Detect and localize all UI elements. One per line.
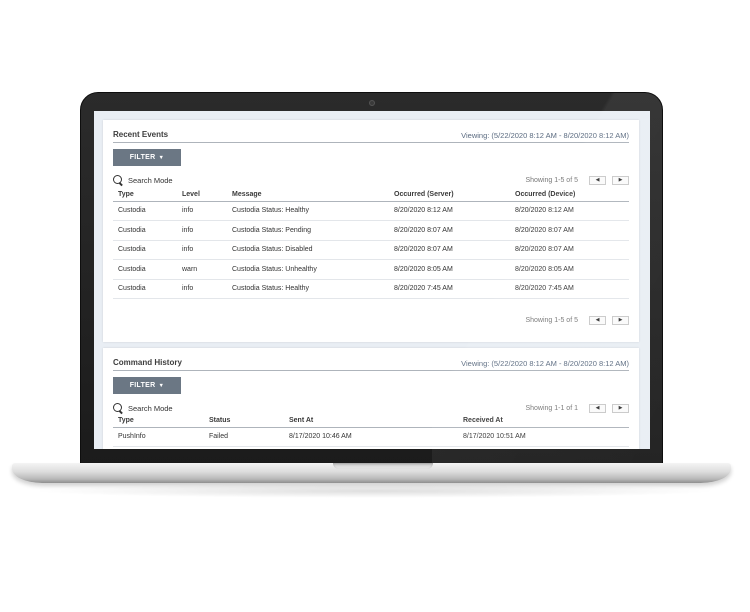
- webcam: [369, 100, 375, 106]
- column-header-occurred-server[interactable]: Occurred (Server): [389, 188, 510, 202]
- cell-message: Custodia Status: Healthy: [227, 279, 389, 299]
- cell-message: Custodia Status: Disabled: [227, 240, 389, 260]
- command-history-pager-top: Showing 1-1 of 1 ◀ ▶: [525, 403, 629, 413]
- table-row[interactable]: Custodia info Custodia Status: Disabled …: [113, 240, 629, 260]
- column-header-message[interactable]: Message: [227, 188, 389, 202]
- cell-occurred-server: 8/20/2020 8:12 AM: [389, 201, 510, 221]
- column-header-received-at[interactable]: Received At: [458, 414, 629, 428]
- table-header-row: Type Status Sent At Received At: [113, 414, 629, 428]
- column-header-occurred-device[interactable]: Occurred (Device): [510, 188, 629, 202]
- chevron-left-icon[interactable]: ◀: [589, 403, 606, 413]
- column-header-sent-at[interactable]: Sent At: [284, 414, 458, 428]
- table-row[interactable]: Custodia info Custodia Status: Healthy 8…: [113, 279, 629, 299]
- table-row[interactable]: PushInfo Failed 8/17/2020 10:46 AM 8/17/…: [113, 427, 629, 447]
- cell-occurred-device: 8/20/2020 8:07 AM: [510, 220, 629, 241]
- command-history-table: Type Status Sent At Received At PushInfo…: [113, 414, 629, 447]
- table-header-row: Type Level Message Occurred (Server) Occ…: [113, 188, 629, 202]
- cell-occurred-device: 8/20/2020 8:07 AM: [510, 240, 629, 260]
- cell-level: warn: [177, 259, 227, 280]
- cell-type: Custodia: [113, 220, 177, 241]
- table-row[interactable]: Custodia info Custodia Status: Pending 8…: [113, 220, 629, 241]
- recent-events-header: Recent Events Viewing: (5/22/2020 8:12 A…: [113, 130, 629, 143]
- command-history-header: Command History Viewing: (5/22/2020 8:12…: [113, 358, 629, 371]
- cell-occurred-device: 8/20/2020 7:45 AM: [510, 279, 629, 299]
- cell-occurred-device: 8/20/2020 8:05 AM: [510, 259, 629, 280]
- cell-status: Failed: [204, 427, 284, 447]
- cell-type: PushInfo: [113, 427, 204, 447]
- filter-label: FILTER: [129, 382, 156, 389]
- chevron-right-icon[interactable]: ▶: [612, 315, 629, 325]
- cell-type: Custodia: [113, 240, 177, 260]
- cell-level: info: [177, 240, 227, 260]
- table-row[interactable]: Custodia info Custodia Status: Healthy 8…: [113, 201, 629, 221]
- column-header-level[interactable]: Level: [177, 188, 227, 202]
- chevron-left-icon[interactable]: ◀: [589, 315, 606, 325]
- pager-text: Showing 1-1 of 1: [525, 404, 578, 412]
- lid-opening-notch: [333, 463, 433, 469]
- cell-type: Custodia: [113, 201, 177, 221]
- recent-events-title: Recent Events: [113, 130, 169, 139]
- cell-occurred-server: 8/20/2020 8:05 AM: [389, 259, 510, 280]
- recent-events-table: Type Level Message Occurred (Server) Occ…: [113, 188, 629, 299]
- cell-occurred-device: 8/20/2020 8:12 AM: [510, 201, 629, 221]
- laptop-base: [12, 463, 731, 483]
- chevron-left-icon[interactable]: ◀: [589, 175, 606, 185]
- command-history-title: Command History: [113, 358, 182, 367]
- recent-events-panel: Recent Events Viewing: (5/22/2020 8:12 A…: [103, 120, 639, 342]
- column-header-status[interactable]: Status: [204, 414, 284, 428]
- search-mode-label: Search Mode: [128, 175, 173, 185]
- recent-events-viewing-range: Viewing: (5/22/2020 8:12 AM - 8/20/2020 …: [461, 131, 629, 140]
- cell-message: Custodia Status: Healthy: [227, 201, 389, 221]
- cell-level: info: [177, 201, 227, 221]
- caret-down-icon: ▼: [158, 382, 165, 389]
- laptop-shadow: [30, 484, 720, 498]
- cell-level: info: [177, 220, 227, 241]
- chevron-right-icon[interactable]: ▶: [612, 175, 629, 185]
- recent-events-filter-button[interactable]: FILTER ▼: [113, 149, 181, 166]
- command-history-search-mode[interactable]: Search Mode: [113, 402, 173, 414]
- command-history-panel: Command History Viewing: (5/22/2020 8:12…: [103, 348, 639, 449]
- cell-message: Custodia Status: Unhealthy: [227, 259, 389, 280]
- cell-occurred-server: 8/20/2020 8:07 AM: [389, 220, 510, 241]
- command-history-viewing-range: Viewing: (5/22/2020 8:12 AM - 8/20/2020 …: [461, 359, 629, 368]
- chevron-right-icon[interactable]: ▶: [612, 403, 629, 413]
- search-icon: [113, 174, 124, 186]
- cell-occurred-server: 8/20/2020 7:45 AM: [389, 279, 510, 299]
- filter-label: FILTER: [129, 154, 156, 161]
- search-mode-label: Search Mode: [128, 403, 173, 413]
- cell-level: info: [177, 279, 227, 299]
- column-header-type[interactable]: Type: [113, 188, 177, 202]
- cell-type: Custodia: [113, 279, 177, 299]
- cell-type: Custodia: [113, 259, 177, 280]
- cell-message: Custodia Status: Pending: [227, 220, 389, 241]
- command-history-filter-button[interactable]: FILTER ▼: [113, 377, 181, 394]
- recent-events-pager-top: Showing 1-5 of 5 ◀ ▶: [525, 175, 629, 185]
- search-icon: [113, 402, 124, 414]
- pager-text: Showing 1-5 of 5: [525, 316, 578, 324]
- caret-down-icon: ▼: [158, 154, 165, 161]
- column-header-type[interactable]: Type: [113, 414, 204, 428]
- laptop-lid: Recent Events Viewing: (5/22/2020 8:12 A…: [80, 92, 663, 470]
- laptop-screen: Recent Events Viewing: (5/22/2020 8:12 A…: [94, 111, 650, 449]
- pager-text: Showing 1-5 of 5: [525, 176, 578, 184]
- cell-occurred-server: 8/20/2020 8:07 AM: [389, 240, 510, 260]
- table-row[interactable]: Custodia warn Custodia Status: Unhealthy…: [113, 259, 629, 280]
- recent-events-search-mode[interactable]: Search Mode: [113, 174, 173, 186]
- cell-received-at: 8/17/2020 10:51 AM: [458, 427, 629, 447]
- cell-sent-at: 8/17/2020 10:46 AM: [284, 427, 458, 447]
- recent-events-pager-bottom: Showing 1-5 of 5 ◀ ▶: [525, 315, 629, 325]
